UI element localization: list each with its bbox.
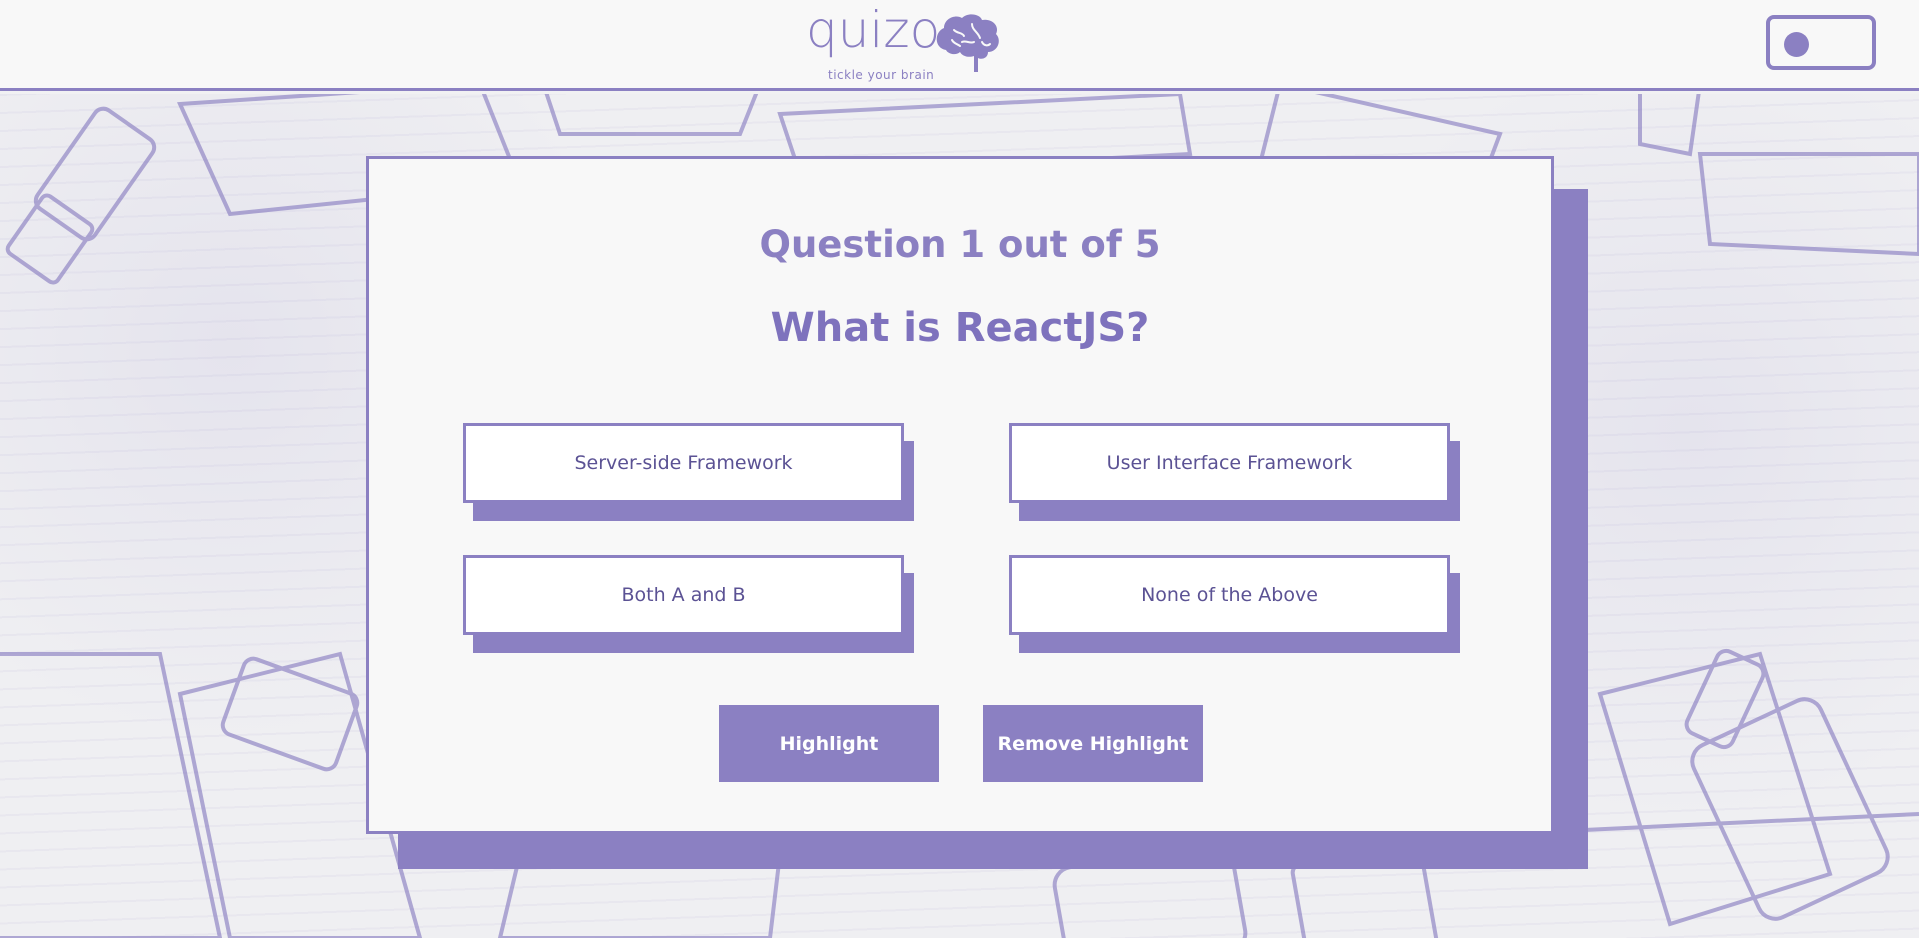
toggle-knob (1784, 32, 1809, 57)
question-text: What is ReactJS? (770, 305, 1150, 351)
remove-highlight-button[interactable]: Remove Highlight (983, 705, 1203, 782)
answer-option-b[interactable]: User Interface Framework (1009, 423, 1450, 503)
answer-option-d[interactable]: None of the Above (1009, 555, 1450, 635)
quiz-card: Question 1 out of 5 What is ReactJS? Ser… (366, 156, 1554, 834)
logo-tagline: tickle your brain (828, 68, 935, 82)
answer-option-c[interactable]: Both A and B (463, 555, 904, 635)
theme-toggle[interactable] (1766, 15, 1876, 70)
answer-option-a[interactable]: Server-side Framework (463, 423, 904, 503)
highlight-button[interactable]: Highlight (719, 705, 939, 782)
logo[interactable]: quizo tickle your brain (806, 2, 1006, 88)
question-progress: Question 1 out of 5 (759, 223, 1161, 266)
logo-text: quizo (806, 1, 941, 59)
brain-icon (936, 14, 999, 72)
app-header: quizo tickle your brain (0, 0, 1919, 91)
